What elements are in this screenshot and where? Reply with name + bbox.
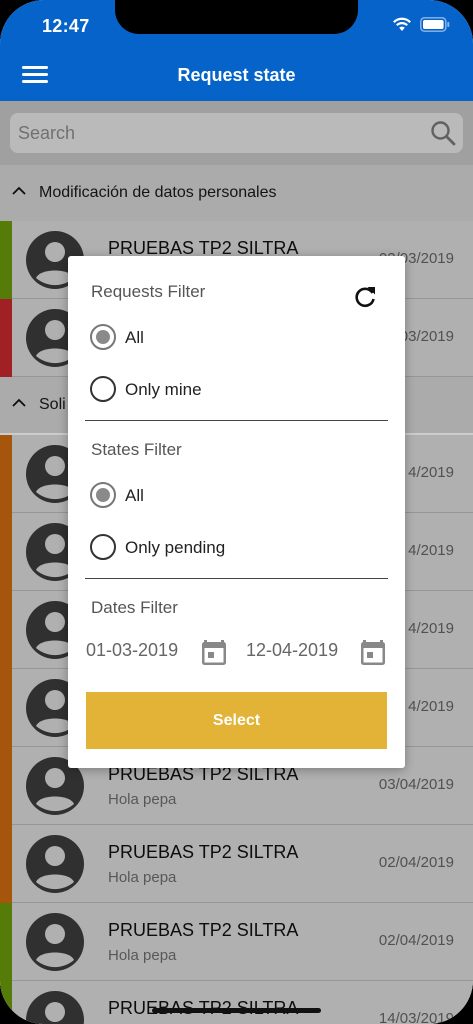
divider: [85, 578, 388, 579]
battery-icon: [420, 17, 450, 32]
radio-label: All: [125, 486, 144, 505]
radio-unselected-icon: [90, 376, 116, 402]
device-notch: [115, 0, 358, 34]
radio-selected-icon: [90, 324, 116, 350]
select-button[interactable]: Select: [86, 692, 387, 749]
phone-screen: 12:47 Request state Modificación de dato…: [0, 0, 473, 1024]
wifi-icon: [393, 17, 411, 31]
radio-selected-icon: [90, 482, 116, 508]
radio-unselected-icon: [90, 534, 116, 560]
dates-filter-title: Dates Filter: [91, 598, 178, 617]
states-filter-only-pending-radio[interactable]: Only pending: [90, 532, 290, 562]
refresh-icon[interactable]: [352, 284, 378, 310]
date-from-field[interactable]: 01-03-2019: [86, 640, 178, 670]
requests-filter-only-mine-radio[interactable]: Only mine: [90, 374, 290, 404]
calendar-icon[interactable]: [360, 638, 386, 666]
calendar-icon[interactable]: [201, 638, 227, 666]
home-indicator: [152, 1008, 321, 1013]
radio-label: Only mine: [125, 380, 202, 399]
requests-filter-title: Requests Filter: [91, 282, 206, 301]
states-filter-all-radio[interactable]: All: [90, 480, 290, 510]
status-time: 12:47: [42, 16, 90, 36]
divider: [85, 420, 388, 421]
states-filter-title: States Filter: [91, 440, 182, 459]
radio-label: Only pending: [125, 538, 226, 557]
page-title: Request state: [177, 65, 296, 85]
requests-filter-all-radio[interactable]: All: [90, 322, 290, 352]
date-to-field[interactable]: 12-04-2019: [246, 640, 338, 670]
filter-dialog: Requests Filter All Only mine States Fil…: [68, 256, 405, 768]
radio-label: All: [125, 328, 144, 347]
app-header: 12:47 Request state: [0, 0, 473, 101]
